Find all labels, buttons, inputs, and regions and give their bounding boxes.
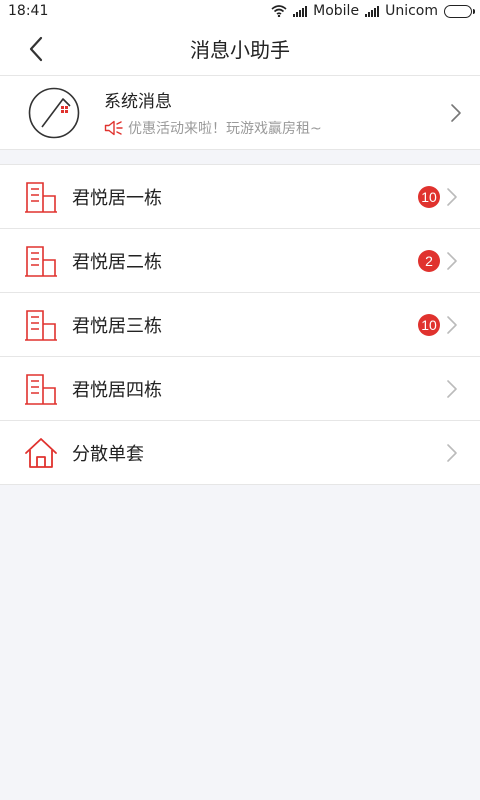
chevron-left-icon	[29, 36, 43, 62]
unread-badge: 2	[418, 249, 440, 272]
signal-icon	[293, 5, 308, 17]
back-button[interactable]	[14, 22, 58, 76]
list-item-label: 君悦居一栋	[72, 187, 162, 209]
status-bar: 18:41 Mobile Unicom	[0, 0, 480, 22]
section-gap	[0, 150, 480, 164]
signal-icon-2	[365, 5, 380, 17]
carrier-1: Mobile	[313, 3, 360, 19]
unread-badge: 10	[418, 313, 440, 336]
house-logo-icon	[28, 87, 80, 138]
list-item-label: 分散单套	[72, 443, 144, 465]
chevron-right-icon	[444, 314, 460, 336]
building-icon	[25, 245, 57, 277]
chevron-right-icon	[444, 378, 460, 400]
chevron-right-icon	[448, 102, 464, 124]
system-message-preview: 优惠活动来啦！玩游戏赢房租~	[104, 118, 448, 138]
carrier-2: Unicom	[385, 3, 438, 19]
list-item-building-3[interactable]: 君悦居三栋 10	[0, 293, 480, 357]
list-item-label: 君悦居三栋	[72, 315, 162, 337]
chevron-right-icon	[444, 442, 460, 464]
system-message-title: 系统消息	[104, 92, 172, 112]
status-time: 18:41	[8, 3, 49, 19]
page-title: 消息小助手	[190, 38, 290, 62]
battery-icon	[444, 4, 475, 18]
speaker-icon	[104, 120, 123, 136]
building-icon	[25, 181, 57, 213]
list-item-building-4[interactable]: 君悦居四栋	[0, 357, 480, 421]
building-list: 君悦居一栋 10 君悦居二栋 2 君悦居三栋 10 君悦居四栋 分散单套	[0, 164, 480, 485]
wifi-icon	[271, 5, 287, 17]
title-bar: 消息小助手	[0, 22, 480, 76]
system-message-subtitle: 优惠活动来啦！玩游戏赢房租~	[128, 121, 322, 137]
list-item-building-1[interactable]: 君悦居一栋 10	[0, 165, 480, 229]
system-message-item[interactable]: 系统消息 优惠活动来啦！玩游戏赢房租~	[0, 76, 480, 150]
chevron-right-icon	[444, 250, 460, 272]
list-item-building-2[interactable]: 君悦居二栋 2	[0, 229, 480, 293]
list-item-label: 君悦居四栋	[72, 379, 162, 401]
unread-badge: 10	[418, 185, 440, 208]
system-message-text: 系统消息 优惠活动来啦！玩游戏赢房租~	[104, 87, 448, 138]
list-item-scattered-units[interactable]: 分散单套	[0, 421, 480, 485]
building-icon	[25, 373, 57, 405]
building-icon	[25, 309, 57, 341]
status-indicators: Mobile Unicom	[271, 3, 475, 19]
chevron-right-icon	[444, 186, 460, 208]
list-item-label: 君悦居二栋	[72, 251, 162, 273]
house-icon	[25, 437, 57, 468]
